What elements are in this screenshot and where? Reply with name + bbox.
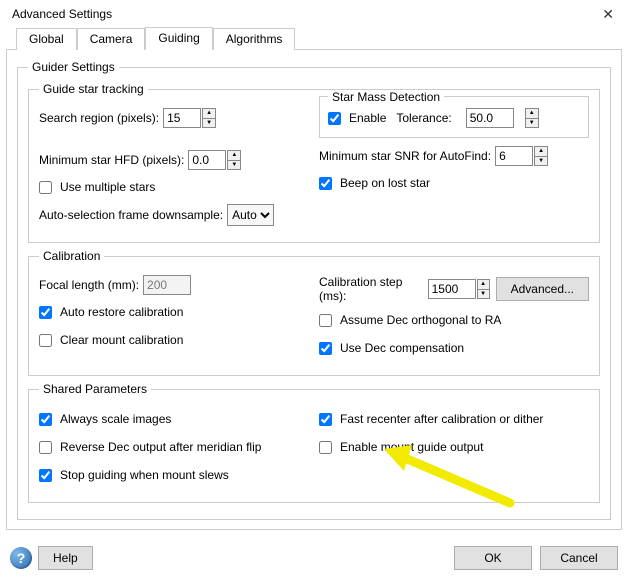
spinner-up-icon[interactable]: ▲: [203, 109, 215, 119]
min-hfd-spinner[interactable]: ▲ ▼: [227, 150, 241, 170]
use-multiple-stars-label: Use multiple stars: [60, 180, 155, 194]
dialog-button-bar: ? Help OK Cancel: [0, 546, 628, 570]
fast-recenter-input[interactable]: [319, 413, 332, 426]
star-mass-tolerance-input[interactable]: [466, 108, 514, 128]
tab-algorithms[interactable]: Algorithms: [213, 28, 296, 50]
auto-sel-downsample-select[interactable]: Auto: [227, 204, 274, 226]
reverse-dec-checkbox[interactable]: Reverse Dec output after meridian flip: [39, 440, 261, 454]
tab-global[interactable]: Global: [16, 28, 77, 50]
always-scale-checkbox[interactable]: Always scale images: [39, 412, 171, 426]
assume-dec-orth-checkbox[interactable]: Assume Dec orthogonal to RA: [319, 313, 501, 327]
calibration-advanced-button[interactable]: Advanced...: [496, 277, 589, 301]
window-titlebar: Advanced Settings ✕: [0, 0, 628, 26]
guide-star-tracking-group: Guide star tracking Search region (pixel…: [28, 82, 600, 243]
close-icon[interactable]: ✕: [596, 6, 620, 23]
beep-lost-star-input[interactable]: [319, 177, 332, 190]
cancel-button[interactable]: Cancel: [540, 546, 618, 570]
guider-settings-group: Guider Settings Guide star tracking Sear…: [17, 60, 611, 520]
clear-mount-cal-label: Clear mount calibration: [60, 333, 183, 347]
fast-recenter-checkbox[interactable]: Fast recenter after calibration or dithe…: [319, 412, 543, 426]
beep-lost-star-label: Beep on lost star: [340, 176, 430, 190]
always-scale-input[interactable]: [39, 413, 52, 426]
tab-camera[interactable]: Camera: [77, 28, 146, 50]
ok-button[interactable]: OK: [454, 546, 532, 570]
tab-guiding[interactable]: Guiding: [145, 27, 212, 50]
stop-guiding-label: Stop guiding when mount slews: [60, 468, 229, 482]
spinner-down-icon[interactable]: ▼: [535, 157, 547, 166]
min-snr-input[interactable]: [495, 146, 533, 166]
cal-step-input[interactable]: [428, 279, 476, 299]
guide-star-tracking-legend: Guide star tracking: [39, 82, 148, 96]
spinner-up-icon[interactable]: ▲: [535, 147, 547, 157]
always-scale-label: Always scale images: [60, 412, 171, 426]
help-icon[interactable]: ?: [10, 547, 32, 569]
shared-parameters-legend: Shared Parameters: [39, 382, 151, 396]
star-mass-tolerance-label: Tolerance:: [396, 111, 451, 125]
search-region-input[interactable]: [163, 108, 201, 128]
focal-length-input: [143, 275, 191, 295]
guider-settings-legend: Guider Settings: [28, 60, 119, 74]
auto-sel-downsample-label: Auto-selection frame downsample:: [39, 208, 223, 222]
focal-length-label: Focal length (mm):: [39, 278, 139, 292]
star-mass-enable-input[interactable]: [328, 112, 341, 125]
spinner-down-icon[interactable]: ▼: [203, 119, 215, 128]
min-snr-label: Minimum star SNR for AutoFind:: [319, 149, 491, 163]
reverse-dec-label: Reverse Dec output after meridian flip: [60, 440, 261, 454]
use-multiple-stars-input[interactable]: [39, 181, 52, 194]
enable-mount-output-input[interactable]: [319, 441, 332, 454]
reverse-dec-input[interactable]: [39, 441, 52, 454]
use-multiple-stars-checkbox[interactable]: Use multiple stars: [39, 180, 155, 194]
use-dec-comp-input[interactable]: [319, 342, 332, 355]
stop-guiding-checkbox[interactable]: Stop guiding when mount slews: [39, 468, 229, 482]
min-snr-spinner[interactable]: ▲ ▼: [534, 146, 548, 166]
star-mass-tolerance-spinner[interactable]: ▲ ▼: [525, 108, 539, 128]
auto-restore-input[interactable]: [39, 306, 52, 319]
spinner-up-icon[interactable]: ▲: [478, 280, 489, 290]
clear-mount-cal-input[interactable]: [39, 334, 52, 347]
search-region-label: Search region (pixels):: [39, 111, 159, 125]
tab-panel-guiding: Guider Settings Guide star tracking Sear…: [6, 50, 622, 530]
auto-restore-label: Auto restore calibration: [60, 305, 183, 319]
enable-mount-output-label: Enable mount guide output: [340, 440, 483, 454]
auto-restore-checkbox[interactable]: Auto restore calibration: [39, 305, 183, 319]
star-mass-enable-label: Enable: [349, 111, 386, 125]
star-mass-detection-legend: Star Mass Detection: [328, 90, 444, 104]
shared-parameters-group: Shared Parameters Always scale images Re…: [28, 382, 600, 503]
spinner-down-icon[interactable]: ▼: [228, 161, 240, 170]
spinner-up-icon[interactable]: ▲: [526, 109, 538, 119]
fast-recenter-label: Fast recenter after calibration or dithe…: [340, 412, 543, 426]
min-hfd-label: Minimum star HFD (pixels):: [39, 153, 184, 167]
spinner-down-icon[interactable]: ▼: [478, 290, 489, 299]
assume-dec-orth-label: Assume Dec orthogonal to RA: [340, 313, 501, 327]
help-button[interactable]: Help: [38, 546, 93, 570]
calibration-legend: Calibration: [39, 249, 104, 263]
use-dec-comp-label: Use Dec compensation: [340, 341, 464, 355]
use-dec-comp-checkbox[interactable]: Use Dec compensation: [319, 341, 464, 355]
spinner-up-icon[interactable]: ▲: [228, 151, 240, 161]
star-mass-enable-checkbox[interactable]: Enable: [328, 111, 386, 125]
stop-guiding-input[interactable]: [39, 469, 52, 482]
assume-dec-orth-input[interactable]: [319, 314, 332, 327]
beep-lost-star-checkbox[interactable]: Beep on lost star: [319, 176, 430, 190]
search-region-spinner[interactable]: ▲ ▼: [202, 108, 216, 128]
min-hfd-input[interactable]: [188, 150, 226, 170]
cal-step-spinner[interactable]: ▲ ▼: [477, 279, 490, 299]
window-title: Advanced Settings: [12, 7, 112, 21]
star-mass-detection-group: Star Mass Detection Enable Tolerance: ▲ …: [319, 96, 589, 138]
enable-mount-output-checkbox[interactable]: Enable mount guide output: [319, 440, 483, 454]
cal-step-label: Calibration step (ms):: [319, 275, 424, 303]
clear-mount-cal-checkbox[interactable]: Clear mount calibration: [39, 333, 183, 347]
calibration-group: Calibration Focal length (mm): Auto rest…: [28, 249, 600, 376]
tab-bar: Global Camera Guiding Algorithms: [6, 26, 622, 50]
spinner-down-icon[interactable]: ▼: [526, 119, 538, 128]
